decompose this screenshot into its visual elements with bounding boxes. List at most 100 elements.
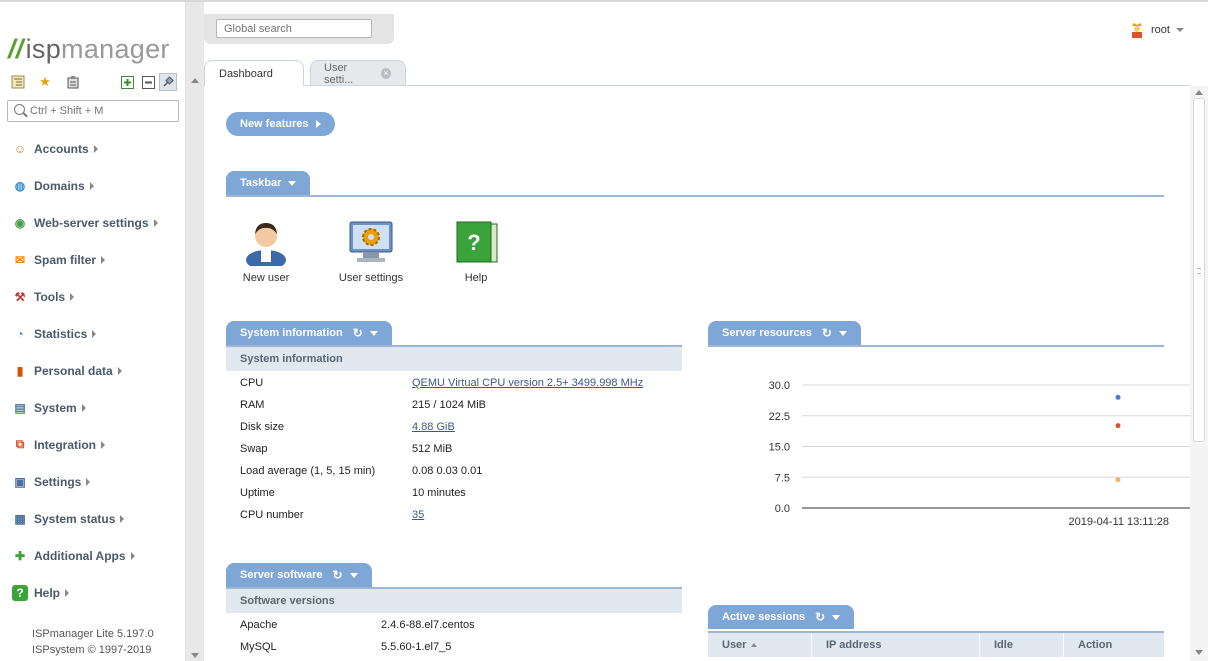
taskbar-item-label: User settings <box>338 272 404 284</box>
y-tick-label: 22.5 <box>769 411 790 423</box>
scroll-down-icon[interactable] <box>1195 650 1203 655</box>
clipboard-icon[interactable] <box>65 74 81 90</box>
tab-user-settings[interactable]: User setti... × <box>310 60 406 86</box>
sidebar-item-additional-apps[interactable]: ✚ Additional Apps <box>0 537 186 574</box>
taskbar-item-help[interactable]: ? Help <box>450 218 502 284</box>
refresh-icon[interactable]: ↻ <box>353 327 363 339</box>
taskbar-divider <box>226 195 1164 197</box>
column-label: Idle <box>994 639 1013 651</box>
sidebar-item-web-server-settings[interactable]: ◉ Web-server settings <box>0 204 186 241</box>
sidebar-item-system[interactable]: ▤ System <box>0 389 186 426</box>
chevron-down-icon[interactable] <box>838 330 847 336</box>
chevron-right-icon <box>153 218 158 227</box>
sidebar-item-domains[interactable]: ◍ Domains <box>0 167 186 204</box>
sidebar-item-label: Settings <box>34 474 82 489</box>
x-tick-label: 2019-04-11 13:11:28 <box>1068 516 1169 528</box>
sort-ascending-icon <box>751 643 758 647</box>
new-features-button[interactable]: New features <box>226 112 336 136</box>
sidebar-item-statistics[interactable]: ◔ Statistics <box>0 315 186 352</box>
y-tick-label: 15.0 <box>769 442 790 454</box>
scroll-up-icon[interactable] <box>1195 90 1203 95</box>
main-scrollbar[interactable] <box>1190 86 1208 661</box>
collapse-all-icon[interactable] <box>140 74 156 90</box>
user-avatar-icon <box>1130 22 1144 38</box>
column-label: Action <box>1078 639 1113 651</box>
refresh-icon[interactable]: ↻ <box>333 569 343 581</box>
sidebar: //ispmanager ★ ☺ Accounts ◍ Domains ◉ Web-ser… <box>0 2 186 661</box>
taskbar-item-new-user[interactable]: New user <box>238 218 294 284</box>
sidebar-item-spam-filter[interactable]: ✉ Spam filter <box>0 241 186 278</box>
column-action[interactable]: Action <box>1064 633 1164 657</box>
help-book-icon: ? <box>452 218 500 266</box>
sidebar-menu: ☺ Accounts ◍ Domains ◉ Web-server settings ✉ Sp… <box>0 130 186 611</box>
close-icon[interactable]: × <box>380 68 391 79</box>
y-tick-label: 0.0 <box>775 503 790 515</box>
sidebar-toolbar: ★ <box>10 73 180 92</box>
column-idle[interactable]: Idle <box>980 633 1064 657</box>
statistics-pie-icon: ◔ <box>16 326 24 341</box>
system-information-header[interactable]: System information ↻ <box>226 321 392 345</box>
info-row: MySQL 5.5.60-1.el7_5 <box>240 641 680 655</box>
data-point-series-1 <box>1115 394 1121 400</box>
scroll-up-icon[interactable] <box>191 78 199 83</box>
search-icon <box>14 104 25 115</box>
info-key: Apache <box>240 619 278 631</box>
sidebar-item-label: Domains <box>34 178 85 193</box>
refresh-icon[interactable]: ↻ <box>815 611 825 623</box>
info-key: MySQL <box>240 641 277 653</box>
sidebar-item-help[interactable]: ? Help <box>0 574 186 611</box>
pin-icon[interactable] <box>159 73 177 91</box>
info-value: 215 / 1024 MiB <box>412 399 486 411</box>
sidebar-collapse-strip[interactable] <box>186 2 204 661</box>
refresh-icon[interactable]: ↻ <box>822 327 832 339</box>
tab-divider <box>204 85 1190 86</box>
server-software-subtitle: Software versions <box>240 595 335 607</box>
y-tick-label: 30.0 <box>769 380 790 392</box>
server-resources-header[interactable]: Server resources ↻ <box>708 321 861 345</box>
info-key: Load average (1, 5, 15 min) <box>240 465 376 477</box>
chevron-right-icon <box>101 255 106 264</box>
info-value-link[interactable]: 4.88 GiB <box>412 421 455 433</box>
chevron-down-icon <box>1175 28 1184 32</box>
chevron-down-icon[interactable] <box>832 614 841 620</box>
system-icon: ▤ <box>14 400 26 415</box>
chevron-right-icon <box>130 551 135 560</box>
sidebar-item-personal-data[interactable]: ▮ Personal data <box>0 352 186 389</box>
sidebar-item-settings[interactable]: ▣ Settings <box>0 463 186 500</box>
sidebar-item-tools[interactable]: ⚒ Tools <box>0 278 186 315</box>
star-icon[interactable]: ★ <box>37 74 53 90</box>
sidebar-item-accounts[interactable]: ☺ Accounts <box>0 130 186 167</box>
sidebar-search[interactable] <box>7 100 179 122</box>
info-row: CPU number 35 <box>240 509 680 523</box>
plus-icon: ✚ <box>14 548 26 563</box>
info-key: CPU number <box>240 509 304 521</box>
sidebar-item-system-status[interactable]: ▦ System status <box>0 500 186 537</box>
active-sessions-header[interactable]: Active sessions ↻ <box>708 605 855 629</box>
info-value-link[interactable]: QEMU Virtual CPU version 2.5+ 3499.998 M… <box>412 377 643 389</box>
chevron-down-icon[interactable] <box>349 572 358 578</box>
expand-all-icon[interactable] <box>119 74 135 90</box>
taskbar-item-user-settings[interactable]: User settings <box>334 218 408 284</box>
info-row: Uptime 10 minutes <box>240 487 680 501</box>
chevron-down-icon[interactable] <box>369 330 378 336</box>
chevron-right-icon <box>92 329 97 338</box>
info-row: Disk size 4.88 GiB <box>240 421 680 435</box>
global-search-input[interactable] <box>216 19 372 38</box>
sidebar-search-input[interactable] <box>30 103 170 119</box>
tree-icon[interactable] <box>10 74 26 90</box>
column-user[interactable]: User <box>708 633 812 657</box>
chevron-right-icon <box>117 366 122 375</box>
tab-dashboard[interactable]: Dashboard <box>204 60 304 86</box>
server-software-header[interactable]: Server software ↻ <box>226 563 372 587</box>
scroll-down-icon[interactable] <box>191 653 199 658</box>
tools-icon: ⚒ <box>14 289 26 304</box>
version-text: ISPmanager Lite 5.197.0 <box>32 628 154 640</box>
info-value-link[interactable]: 35 <box>412 509 424 521</box>
sidebar-item-label: Accounts <box>34 141 89 156</box>
sidebar-item-integration[interactable]: ⧉ Integration <box>0 426 186 463</box>
sidebar-item-label: Web-server settings <box>34 215 149 230</box>
column-ip-address[interactable]: IP address <box>812 633 980 657</box>
user-menu[interactable]: root <box>1130 21 1184 39</box>
data-point-series-3 <box>1115 477 1121 483</box>
taskbar-header[interactable]: Taskbar <box>226 171 311 195</box>
